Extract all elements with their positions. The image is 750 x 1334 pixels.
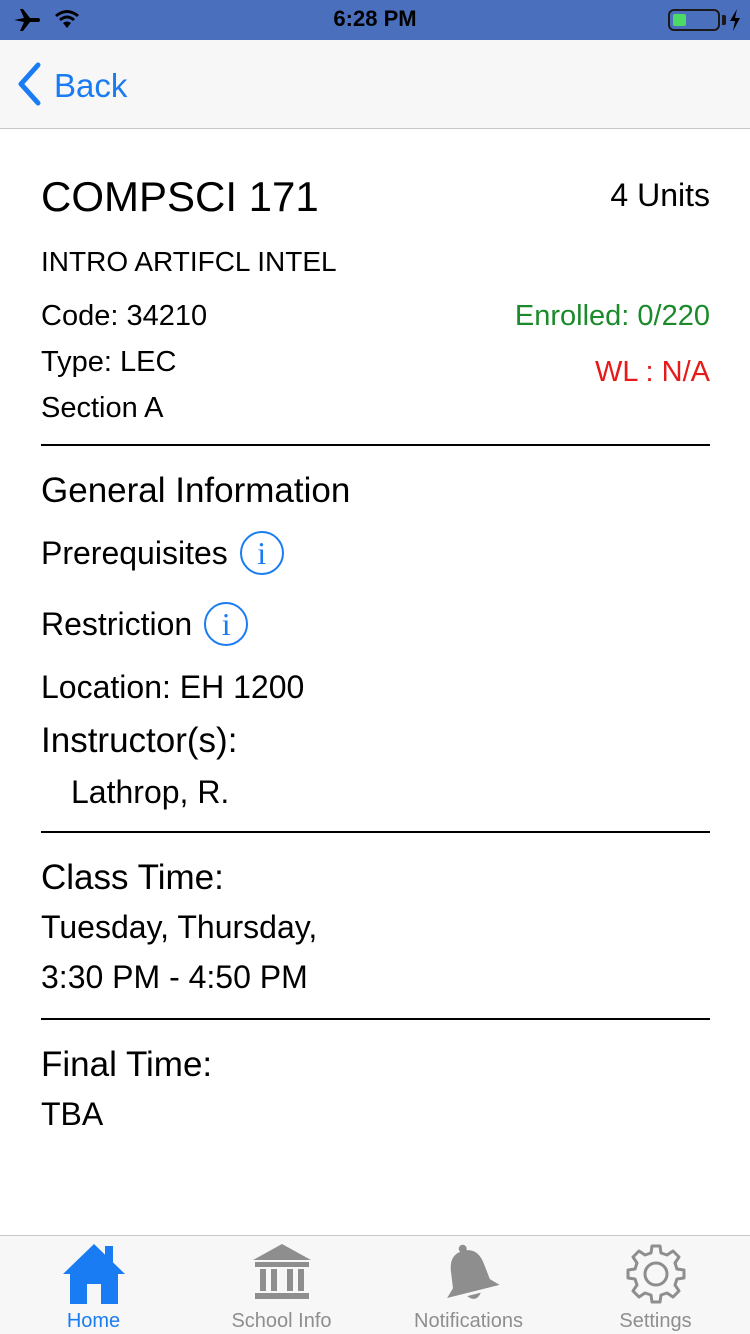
battery-level [673, 14, 686, 26]
instructor-name: Lathrop, R. [71, 774, 230, 810]
school-building-icon [251, 1242, 313, 1307]
chevron-left-icon [16, 62, 42, 111]
final-time-heading: Final Time: [41, 1045, 213, 1084]
final-time-value: TBA [41, 1096, 104, 1132]
tab-home[interactable]: Home [0, 1236, 187, 1334]
tab-notifications[interactable]: Notifications [375, 1236, 562, 1334]
tab-school-info-label: School Info [231, 1310, 332, 1332]
course-type: Type: LEC [41, 346, 177, 378]
home-icon [61, 1242, 127, 1311]
restriction-info-icon[interactable]: i [204, 602, 249, 646]
prerequisites-row: Prerequisites i [41, 531, 284, 575]
waitlist-status: WL : N/A [595, 356, 710, 388]
location: Location: EH 1200 [41, 669, 305, 705]
instructors-heading: Instructor(s): [41, 721, 238, 760]
gear-icon [624, 1242, 688, 1311]
prerequisites-info-icon[interactable]: i [239, 531, 284, 575]
tab-settings[interactable]: Settings [562, 1236, 749, 1334]
class-days: Tuesday, Thursday, [41, 909, 318, 945]
restriction-label: Restriction [41, 605, 193, 642]
class-hours: 3:30 PM - 4:50 PM [41, 959, 308, 995]
tab-settings-label: Settings [619, 1310, 692, 1332]
general-info-heading: General Information [41, 471, 351, 510]
divider [41, 1018, 710, 1020]
restriction-row: Restriction i [41, 602, 249, 646]
bell-icon [438, 1242, 500, 1311]
divider [41, 831, 710, 833]
battery-cap [722, 15, 726, 25]
course-section: Section A [41, 392, 164, 424]
status-bar: 6:28 PM [0, 0, 750, 40]
back-button[interactable]: Back [16, 62, 128, 111]
tab-school-info[interactable]: School Info [188, 1236, 375, 1334]
tab-notifications-label: Notifications [414, 1310, 523, 1332]
course-code: Code: 34210 [41, 300, 208, 332]
tab-bar: Home School Info Notifications Settings [0, 1235, 750, 1334]
divider [41, 444, 710, 446]
course-units: 4 Units [610, 177, 710, 213]
tab-home-label: Home [66, 1310, 121, 1332]
course-title: COMPSCI 171 [41, 173, 319, 220]
course-name: INTRO ARTIFCL INTEL [41, 246, 337, 277]
status-time: 6:28 PM [333, 6, 417, 31]
prerequisites-label: Prerequisites [41, 534, 228, 571]
class-time-heading: Class Time: [41, 858, 224, 897]
back-label: Back [54, 67, 128, 104]
enrollment-status: Enrolled: 0/220 [514, 300, 710, 332]
charging-icon [728, 9, 742, 36]
nav-bar: Back [0, 40, 750, 129]
battery-icon [668, 9, 720, 31]
